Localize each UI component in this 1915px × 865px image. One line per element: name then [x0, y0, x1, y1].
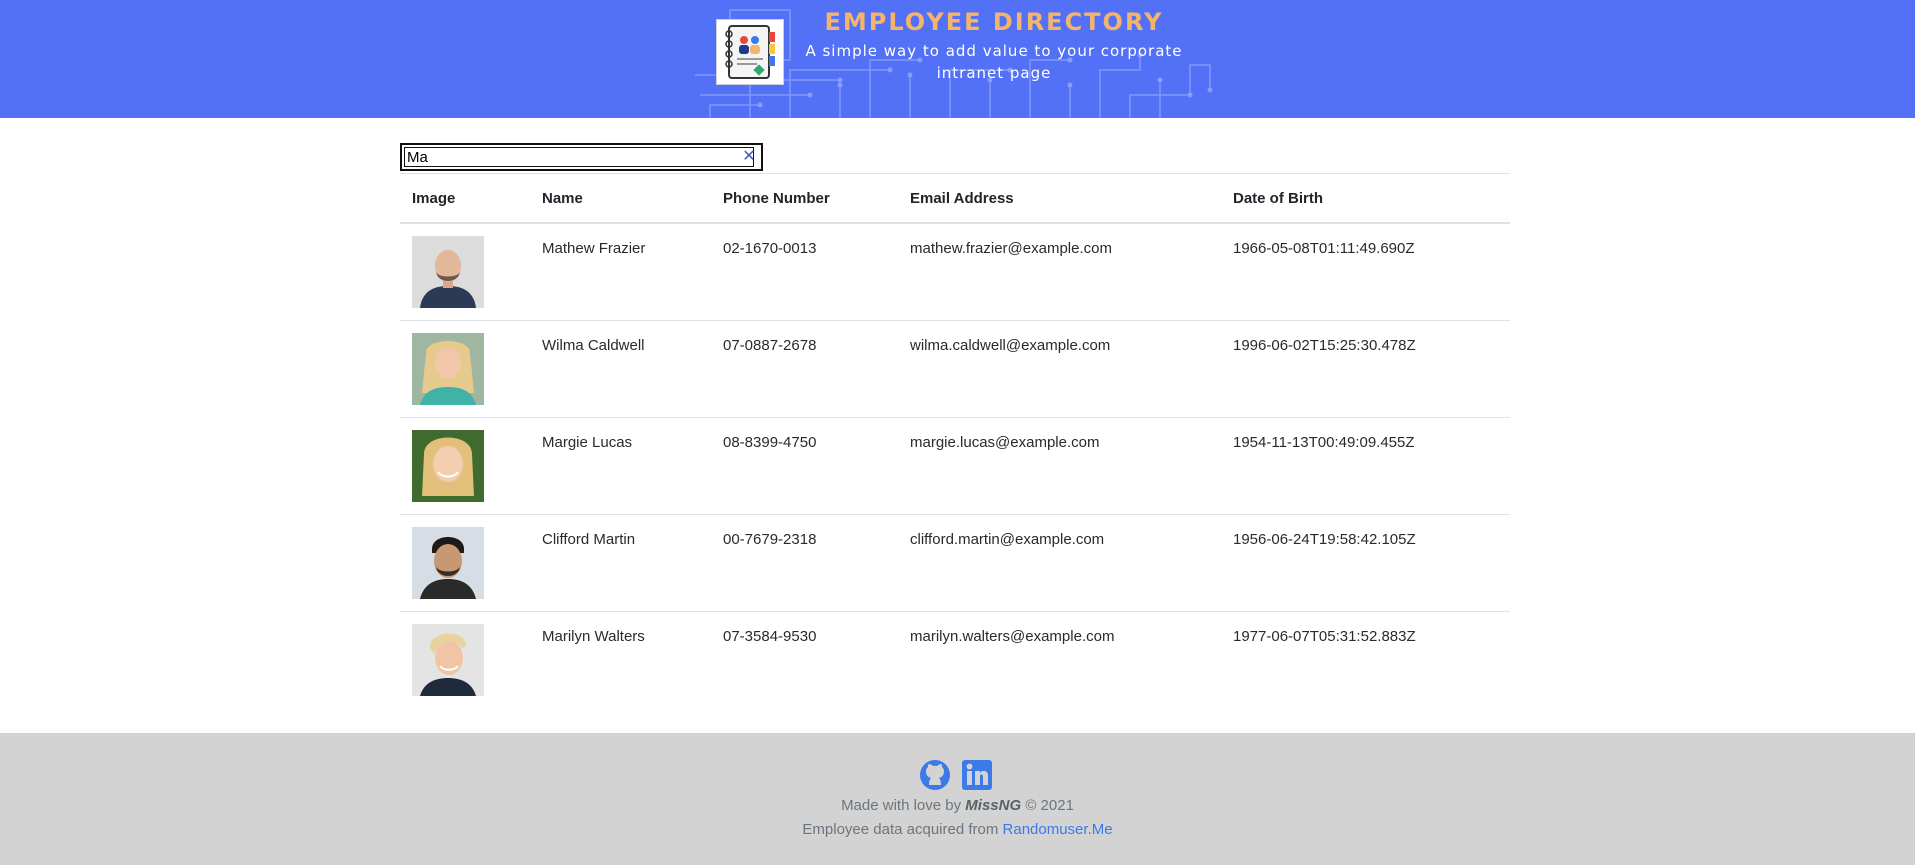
footer-credit: Made with love by MissNG © 2021 [841, 797, 1074, 814]
dob-cell: 1977-06-07T05:31:52.883Z [1233, 628, 1416, 645]
footer-data-source: Employee data acquired from Randomuser.M… [802, 821, 1113, 838]
name-cell: Wilma Caldwell [530, 320, 711, 418]
table-cell-image [400, 223, 530, 321]
employee-table: Image Name Phone Number Email Address Da… [400, 173, 1510, 708]
column-header-phone[interactable]: Phone Number [711, 173, 898, 224]
search-box: ✕ [400, 143, 763, 171]
name-cell: Marilyn Walters [542, 628, 645, 645]
close-icon[interactable]: ✕ [741, 148, 757, 166]
table-row: Marilyn Walters 07-3584-9530 marilyn.wal… [400, 612, 1510, 709]
email-cell: wilma.caldwell@example.com [898, 320, 1221, 418]
name-cell: Margie Lucas [530, 417, 711, 515]
phone-cell: 02-1670-0013 [711, 223, 898, 321]
table-row: Clifford Martin 00-7679-2318 clifford.ma… [400, 514, 1510, 612]
linkedin-icon[interactable] [961, 759, 993, 791]
dob-cell: 1996-06-02T15:25:30.478Z [1221, 320, 1510, 418]
name-cell: Clifford Martin [530, 514, 711, 612]
dob-cell: 1954-11-13T00:49:09.455Z [1221, 417, 1510, 515]
page-footer: Made with love by MissNG © 2021 Employee… [0, 733, 1915, 865]
author-name: MissNG [965, 797, 1022, 814]
table-cell-image [400, 417, 530, 515]
column-header-name[interactable]: Name [530, 173, 711, 224]
column-header-email[interactable]: Email Address [898, 173, 1221, 224]
table-header-row: Image Name Phone Number Email Address Da… [400, 173, 1510, 224]
table-cell-image [400, 514, 530, 612]
table-row: Margie Lucas 08-8399-4750 margie.lucas@e… [400, 417, 1510, 515]
email-cell: mathew.frazier@example.com [898, 223, 1221, 321]
page-title: EMPLOYEE DIRECTORY [824, 8, 1164, 36]
randomuser-link[interactable]: Randomuser.Me [1003, 821, 1113, 838]
search-input[interactable] [404, 147, 754, 167]
column-header-dob[interactable]: Date of Birth [1221, 173, 1510, 224]
phone-cell: 08-8399-4750 [711, 417, 898, 515]
dob-cell: 1956-06-24T19:58:42.105Z [1221, 514, 1510, 612]
github-icon[interactable] [919, 759, 951, 791]
column-header-image[interactable]: Image [400, 173, 530, 224]
phone-cell: 00-7679-2318 [711, 514, 898, 612]
phone-cell: 07-0887-2678 [711, 320, 898, 418]
email-cell: clifford.martin@example.com [898, 514, 1221, 612]
table-cell-image [400, 612, 530, 709]
avatar [412, 624, 484, 696]
table-cell-image [400, 320, 530, 418]
dob-cell: 1966-05-08T01:11:49.690Z [1221, 223, 1510, 321]
avatar [412, 236, 484, 308]
avatar [412, 527, 484, 599]
page-header: EMPLOYEE DIRECTORY A simple way to add v… [0, 0, 1915, 118]
phone-cell: 07-3584-9530 [723, 628, 817, 645]
email-cell: margie.lucas@example.com [898, 417, 1221, 515]
page-tagline: A simple way to add value to your corpor… [805, 42, 1183, 82]
social-links [919, 759, 999, 791]
email-cell: marilyn.walters@example.com [910, 628, 1115, 645]
table-row: Wilma Caldwell 07-0887-2678 wilma.caldwe… [400, 320, 1510, 418]
table-row: Mathew Frazier 02-1670-0013 mathew.frazi… [400, 223, 1510, 321]
avatar [412, 333, 484, 405]
address-book-icon [716, 19, 784, 85]
avatar [412, 430, 484, 502]
name-cell: Mathew Frazier [530, 223, 711, 321]
